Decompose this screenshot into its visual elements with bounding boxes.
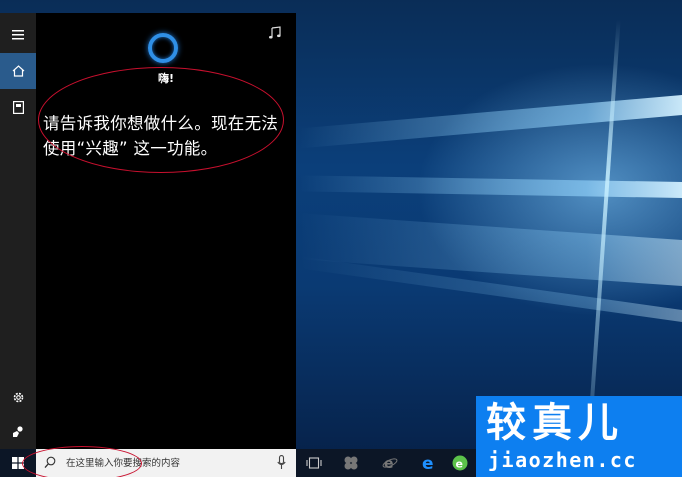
green-browser-button[interactable]: e [450,453,470,473]
cortana-logo-icon[interactable] [148,33,178,63]
screen: 嗨! 请告诉我你想做什么。现在无法使用“兴趣” 这一功能。 在这里输入你要搜索的… [0,0,682,477]
svg-text:e: e [384,456,394,471]
sidebar-item-home[interactable] [0,53,36,89]
music-recognition-button[interactable] [268,25,282,44]
start-button[interactable] [0,449,36,477]
green-browser-icon: e [452,455,468,471]
search-icon [44,456,56,469]
wallpaper-light-beam [300,175,682,198]
sidebar-item-settings[interactable] [0,379,36,415]
svg-text:e: e [422,455,434,471]
windows-start-icon [12,457,24,469]
taskbar-app-button[interactable] [341,453,361,473]
settings-gear-icon [13,392,23,402]
home-icon [12,65,24,77]
cortana-sidebar [0,13,36,449]
wallpaper-light-beam [300,95,682,149]
watermark-url: jiaozhen.cc [488,448,637,472]
svg-text:e: e [456,458,463,471]
watermark-logo: 较真儿 jiaozhen.cc [476,396,682,477]
app-icon [344,456,358,470]
cortana-message: 请告诉我你想做什么。现在无法使用“兴趣” 这一功能。 [43,114,279,158]
feedback-icon [12,425,23,437]
search-input[interactable] [66,455,266,471]
sidebar-item-notebook[interactable] [0,89,36,125]
search-box[interactable] [36,449,296,477]
wallpaper-window-frame [589,20,621,410]
task-view-button[interactable] [304,453,324,473]
internet-explorer-icon: e [382,456,398,471]
cortana-panel: 嗨! 请告诉我你想做什么。现在无法使用“兴趣” 这一功能。 [36,13,296,449]
hamburger-menu-icon [12,30,24,40]
cortana-greeting: 嗨! [157,72,175,85]
sidebar-item-feedback[interactable] [0,413,36,449]
microphone-icon[interactable] [277,455,286,470]
edge-button[interactable]: e [419,453,439,473]
music-note-icon [269,26,281,39]
task-view-icon [306,457,322,469]
edge-icon: e [422,455,434,471]
notebook-icon [12,100,24,114]
hamburger-menu-button[interactable] [0,17,36,53]
internet-explorer-button[interactable]: e [380,453,400,473]
watermark-title: 较真儿 [486,400,624,446]
